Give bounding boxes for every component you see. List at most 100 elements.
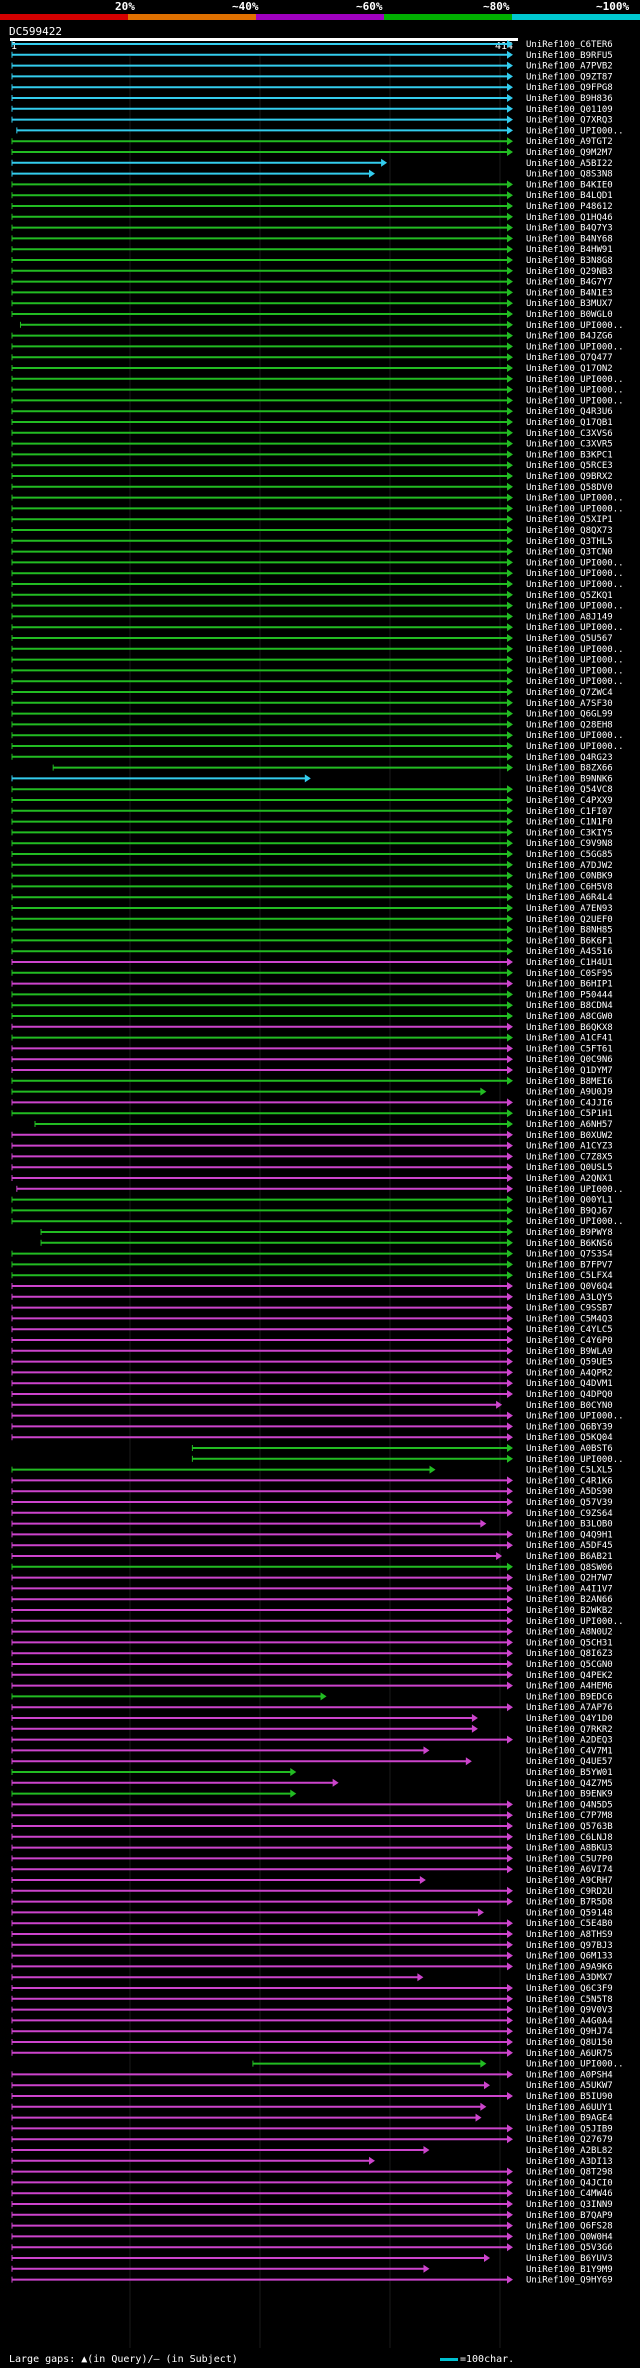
hit-arrow [507, 2275, 513, 2284]
hit-label: UniRef100_Q2UEF0 [526, 915, 613, 925]
hit-arrow [507, 1800, 513, 1809]
hit-arrow [507, 191, 513, 200]
hit-arrow [507, 806, 513, 815]
hit-arrow [507, 104, 513, 113]
hit-arrow [507, 1195, 513, 1204]
hit-arrow [507, 1822, 513, 1830]
hit-label: UniRef100_A3DMX7 [526, 1973, 613, 1983]
hit-label: UniRef100_Q3TCN0 [526, 548, 613, 558]
hit-label: UniRef100_C4V7M1 [526, 1746, 613, 1756]
hit-arrow [507, 1022, 513, 1031]
hit-arrow [507, 666, 513, 675]
hit-label: UniRef100_Q4UE57 [526, 1757, 613, 1767]
hit-label: UniRef100_A5BI22 [526, 159, 613, 169]
hit-label: UniRef100_Q5RCE3 [526, 461, 613, 471]
hit-arrow [507, 1444, 513, 1452]
hit-arrow [507, 202, 513, 210]
hit-label: UniRef100_B3MUX7 [526, 299, 613, 309]
hit-arrow [507, 1984, 513, 1992]
hit-label: UniRef100_Q8SW06 [526, 1563, 613, 1573]
hit-arrow [290, 1768, 297, 1776]
hit-arrow [507, 2221, 513, 2230]
hit-label: UniRef100_A3LQY5 [526, 1293, 613, 1303]
hit-label: UniRef100_Q59UE5 [526, 1358, 613, 1368]
hit-arrow [507, 493, 513, 502]
hit-arrow [507, 1012, 513, 1020]
hit-label: UniRef100_C6LNJ8 [526, 1833, 613, 1843]
hit-arrow [496, 1400, 503, 1409]
hit-arrow [507, 1076, 513, 1085]
alignment-plot: UniRef100_C6TER6UniRef100_B9RFU5UniRef10… [11, 40, 624, 2348]
hit-arrow [507, 2232, 513, 2241]
hit-arrow [507, 1109, 513, 1118]
hit-arrow [507, 40, 513, 48]
hit-arrow [507, 396, 513, 405]
hit-arrow [507, 364, 513, 372]
hit-label: UniRef100_B1Y9M9 [526, 2265, 613, 2275]
hit-label: UniRef100_A7AP76 [526, 1703, 613, 1713]
hit-label: UniRef100_UPI000.. [526, 1455, 624, 1465]
hit-label: UniRef100_C9SSB7 [526, 1304, 613, 1314]
hit-label: UniRef100_Q4R3U6 [526, 407, 613, 417]
hit-label: UniRef100_UPI000.. [526, 580, 624, 590]
hit-arrow [507, 1562, 513, 1571]
hit-label: UniRef100_B3KPC1 [526, 450, 613, 460]
hit-arrow [465, 1757, 472, 1766]
hit-arrow [507, 1897, 513, 1906]
hit-arrow [507, 785, 513, 794]
hit-arrow [507, 2200, 513, 2208]
hit-label: UniRef100_Q4N5D5 [526, 1800, 613, 1810]
hit-label: UniRef100_A5DS90 [526, 1487, 613, 1497]
hit-arrow [507, 1249, 513, 1258]
hit-label: UniRef100_B4G7Y7 [526, 278, 613, 288]
hit-arrow [507, 385, 513, 394]
hit-label: UniRef100_B9QJ67 [526, 1206, 613, 1216]
hit-label: UniRef100_A9TGT2 [526, 137, 613, 147]
hit-arrow [507, 968, 513, 977]
hit-arrow [332, 1778, 339, 1787]
hit-arrow [507, 374, 513, 383]
hit-arrow [507, 1627, 513, 1636]
hit-label: UniRef100_B4KIE0 [526, 180, 613, 190]
scale-swatch [440, 2357, 458, 2361]
hit-arrow [507, 1811, 513, 1820]
hit-arrow [507, 1606, 513, 1614]
hit-label: UniRef100_UPI000.. [526, 645, 624, 655]
scale-legend: =100char. [440, 2354, 514, 2365]
hit-label: UniRef100_Q4Q9H1 [526, 1530, 613, 1540]
hit-label: UniRef100_C5N5T8 [526, 1995, 613, 2005]
hit-arrow [507, 482, 513, 491]
hit-label: UniRef100_A7SF30 [526, 699, 613, 709]
hit-label: UniRef100_Q29NB3 [526, 267, 613, 277]
hit-arrow [507, 1919, 513, 1928]
hit-label: UniRef100_A6UR75 [526, 2049, 613, 2059]
hit-arrow [507, 1454, 513, 1463]
hit-label: UniRef100_A5DF45 [526, 1541, 613, 1551]
hit-label: UniRef100_B9PWY8 [526, 1228, 613, 1238]
hit-arrow [507, 407, 513, 416]
hit-arrow [507, 1325, 513, 1334]
hit-arrow [507, 1508, 513, 1517]
hit-arrow [507, 612, 513, 621]
hit-arrow [507, 1033, 513, 1042]
hit-arrow [507, 428, 513, 437]
hit-arrow [507, 461, 513, 470]
hit-label: UniRef100_A1CYZ3 [526, 1142, 613, 1152]
hit-label: UniRef100_Q4Z7M5 [526, 1779, 613, 1789]
hit-label: UniRef100_Q9FPG8 [526, 83, 613, 93]
hit-label: UniRef100_B9WLA9 [526, 1347, 613, 1357]
hit-label: UniRef100_B6YUV3 [526, 2254, 613, 2264]
hit-arrow [507, 504, 513, 513]
hit-label: UniRef100_UPI000.. [526, 386, 624, 396]
hit-label: UniRef100_A7PVB2 [526, 62, 613, 72]
hit-label: UniRef100_C4YLC5 [526, 1325, 613, 1335]
hit-arrow [507, 2135, 513, 2144]
hit-arrow [507, 1951, 513, 1960]
hit-arrow [507, 1130, 513, 1139]
hit-arrow [507, 223, 513, 232]
hit-arrow [483, 2081, 490, 2090]
hit-arrow [507, 2092, 513, 2100]
hit-label: UniRef100_Q7RKR2 [526, 1725, 613, 1735]
hit-label: UniRef100_C4MW46 [526, 2189, 613, 2199]
hit-arrow [507, 882, 513, 891]
